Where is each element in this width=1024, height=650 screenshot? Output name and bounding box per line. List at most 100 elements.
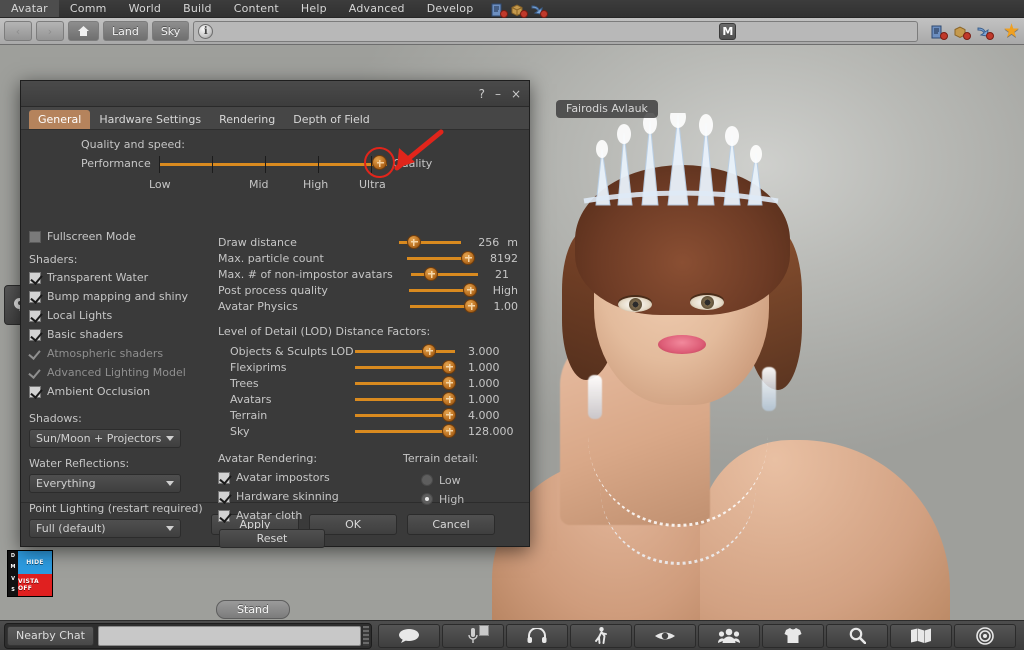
tab-rendering[interactable]: Rendering xyxy=(210,110,284,129)
chat-input[interactable] xyxy=(97,625,361,646)
voice-button[interactable] xyxy=(506,623,568,648)
shader-local-lights-row[interactable]: Local Lights xyxy=(29,308,219,323)
nav-teleport-warning-icon[interactable] xyxy=(976,24,994,40)
shader-basic-shaders-checkbox[interactable] xyxy=(29,328,41,341)
lod-trees-handle[interactable] xyxy=(442,375,456,390)
search-button[interactable] xyxy=(826,623,888,648)
tab-general[interactable]: General xyxy=(29,110,91,129)
cancel-button[interactable]: Cancel xyxy=(407,514,495,535)
avatar-cloth-checkbox[interactable] xyxy=(218,509,230,522)
nav-script-warning-icon[interactable] xyxy=(930,24,948,40)
preferences-graphics-dialog[interactable]: ? – × General Hardware Settings Renderin… xyxy=(20,80,530,548)
nearby-chat-button[interactable]: Nearby Chat xyxy=(7,625,94,646)
shader-ambient-occlusion-checkbox[interactable] xyxy=(29,385,41,398)
lod-trees-row[interactable]: Trees 1.000 xyxy=(218,375,518,391)
point-lighting-dropdown[interactable]: Full (default) xyxy=(29,519,181,538)
lod-flexiprims-track[interactable] xyxy=(355,359,456,374)
post-process-quality-row[interactable]: Post process quality High xyxy=(218,282,518,298)
avatar-impostors-checkbox[interactable] xyxy=(218,471,230,484)
lod-avatars-track[interactable] xyxy=(355,391,456,406)
lod-sky-handle[interactable] xyxy=(442,423,456,438)
appearance-button[interactable] xyxy=(762,623,824,648)
fullscreen-mode-checkbox-row[interactable]: Fullscreen Mode xyxy=(29,229,219,244)
menu-item-comm[interactable]: Comm xyxy=(59,0,118,17)
chat-resize-grip[interactable] xyxy=(363,625,369,646)
max-particle-count-row[interactable]: Max. particle count 8192 xyxy=(218,250,518,266)
vista-hud[interactable]: D M V S HIDE VISTA OFF xyxy=(7,550,53,597)
terrain-detail-low-radio[interactable] xyxy=(421,474,433,486)
home-button[interactable] xyxy=(68,21,99,41)
shader-basic-shaders-row[interactable]: Basic shaders xyxy=(29,327,219,342)
lod-avatars-row[interactable]: Avatars 1.000 xyxy=(218,391,518,407)
draw-distance-handle[interactable] xyxy=(406,234,421,249)
menu-item-avatar[interactable]: Avatar xyxy=(0,0,59,17)
menu-item-world[interactable]: World xyxy=(118,0,173,17)
shader-bump-mapping-checkbox[interactable] xyxy=(29,290,41,303)
lod-terrain-handle[interactable] xyxy=(442,407,456,422)
lod-objects-sculpts-row[interactable]: Objects & Sculpts LOD 3.000 xyxy=(218,343,518,359)
sky-button[interactable]: Sky xyxy=(151,21,190,41)
move-button[interactable] xyxy=(570,623,632,648)
shader-transparent-water-checkbox[interactable] xyxy=(29,271,41,284)
close-button[interactable]: × xyxy=(511,88,521,100)
help-button[interactable]: ? xyxy=(479,88,485,100)
info-icon[interactable]: i xyxy=(198,23,214,39)
avatar-physics-track[interactable] xyxy=(409,298,478,313)
avatar-impostors-row[interactable]: Avatar impostors xyxy=(218,470,398,485)
mini-map-button[interactable] xyxy=(954,623,1016,648)
draw-distance-row[interactable]: Draw distance 256 m xyxy=(218,234,518,250)
hardware-skinning-checkbox[interactable] xyxy=(218,490,230,503)
terrain-detail-high-row[interactable]: High xyxy=(403,491,513,507)
map-button[interactable] xyxy=(890,623,952,648)
shader-local-lights-checkbox[interactable] xyxy=(29,309,41,322)
package-warning-icon[interactable] xyxy=(510,2,529,18)
reset-button[interactable]: Reset xyxy=(219,529,325,548)
map-chip[interactable]: M xyxy=(719,22,737,40)
shader-ambient-occlusion-row[interactable]: Ambient Occlusion xyxy=(29,384,219,399)
view-button[interactable] xyxy=(634,623,696,648)
hud-vista-off-button[interactable]: VISTA OFF xyxy=(18,573,52,596)
max-non-impostor-avatars-track[interactable] xyxy=(411,266,478,281)
chat-button[interactable] xyxy=(378,623,440,648)
max-non-impostor-avatars-handle[interactable] xyxy=(424,266,438,281)
lod-trees-track[interactable] xyxy=(355,375,456,390)
shadows-dropdown[interactable]: Sun/Moon + Projectors xyxy=(29,429,181,448)
location-bar[interactable]: i M xyxy=(193,20,918,42)
post-process-quality-handle[interactable] xyxy=(463,282,478,297)
lod-flexiprims-row[interactable]: Flexiprims 1.000 xyxy=(218,359,518,375)
lod-sky-row[interactable]: Sky 128.000 xyxy=(218,423,518,439)
max-non-impostor-avatars-row[interactable]: Max. # of non-impostor avatars 21 xyxy=(218,266,518,282)
max-particle-count-handle[interactable] xyxy=(461,250,476,265)
forward-button[interactable]: › xyxy=(36,21,64,41)
post-process-quality-track[interactable] xyxy=(409,282,478,297)
script-warning-icon[interactable] xyxy=(490,2,509,18)
lod-objects-sculpts-handle[interactable] xyxy=(422,343,436,358)
menu-item-build[interactable]: Build xyxy=(172,0,223,17)
water-reflections-dropdown[interactable]: Everything xyxy=(29,474,181,493)
menu-item-develop[interactable]: Develop xyxy=(416,0,485,17)
tab-hardware-settings[interactable]: Hardware Settings xyxy=(90,110,210,129)
hud-hide-button[interactable]: HIDE xyxy=(18,551,52,574)
fullscreen-mode-checkbox[interactable] xyxy=(29,230,41,243)
favorites-star-icon[interactable]: ★ xyxy=(1003,21,1020,41)
hardware-skinning-row[interactable]: Hardware skinning xyxy=(218,489,398,504)
terrain-detail-low-row[interactable]: Low xyxy=(403,472,513,488)
lod-terrain-row[interactable]: Terrain 4.000 xyxy=(218,407,518,423)
menu-item-advanced[interactable]: Advanced xyxy=(338,0,416,17)
shader-transparent-water-row[interactable]: Transparent Water xyxy=(29,270,219,285)
teleport-warning-icon[interactable] xyxy=(530,2,549,18)
back-button[interactable]: ‹ xyxy=(4,21,32,41)
people-button[interactable] xyxy=(698,623,760,648)
quality-slider-track[interactable] xyxy=(159,163,387,166)
draw-distance-track[interactable] xyxy=(398,234,462,249)
minimize-button[interactable]: – xyxy=(495,88,501,100)
max-particle-count-track[interactable] xyxy=(407,250,476,265)
dialog-title-bar[interactable]: ? – × xyxy=(21,81,529,107)
lod-terrain-track[interactable] xyxy=(355,407,456,422)
speak-button[interactable] xyxy=(442,623,504,648)
avatar-physics-handle[interactable] xyxy=(463,298,478,313)
menu-item-help[interactable]: Help xyxy=(290,0,338,17)
lod-avatars-handle[interactable] xyxy=(442,391,456,406)
lod-sky-track[interactable] xyxy=(355,423,456,438)
lod-flexiprims-handle[interactable] xyxy=(442,359,456,374)
